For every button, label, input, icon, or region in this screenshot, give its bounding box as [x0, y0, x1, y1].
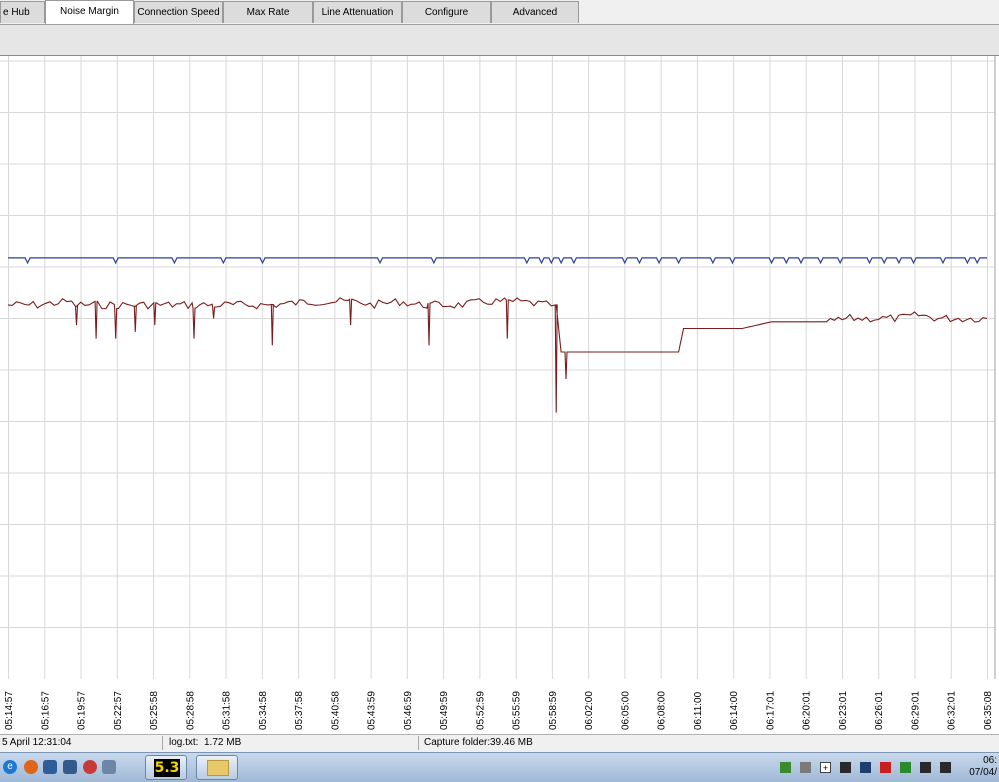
- toolbar-strip: [0, 24, 999, 56]
- tab-line-attenuation[interactable]: Line Attenuation: [313, 1, 402, 23]
- ie-icon[interactable]: e: [3, 760, 17, 774]
- tab-label: Line Attenuation: [321, 7, 394, 18]
- series-line-upstream: [7, 297, 988, 413]
- x-tick-label: 05:40:58: [330, 691, 341, 730]
- tray-arrow-icon[interactable]: [840, 762, 851, 773]
- folder-icon: [207, 760, 229, 776]
- tab-bar: e Hub Noise Margin Connection Speed Max …: [0, 0, 999, 24]
- tray-network-icon[interactable]: [920, 762, 931, 773]
- tray-monitor-icon[interactable]: [860, 762, 871, 773]
- tab-label: Connection Speed: [137, 7, 220, 18]
- clock-time: 06:: [983, 755, 997, 766]
- x-tick-label: 05:58:59: [548, 691, 559, 730]
- status-capture-label: Capture folder:: [424, 737, 491, 748]
- x-tick-label: 06:08:00: [657, 691, 668, 730]
- x-tick-label: 06:26:01: [874, 691, 885, 730]
- x-tick-label: 05:16:57: [40, 691, 51, 730]
- x-tick-label: 05:22:57: [113, 691, 124, 730]
- tray-flag-icon[interactable]: [880, 762, 891, 773]
- router-stats-app-icon: 5.3: [154, 759, 180, 777]
- status-divider: [418, 736, 419, 750]
- x-tick-label: 05:31:58: [222, 691, 233, 730]
- tab-connection-speed[interactable]: Connection Speed: [134, 1, 223, 23]
- status-bar: 5 April 12:31:04 log.txt: 1.72 MB Captur…: [0, 734, 999, 752]
- chart-svg: 05:14:57 05:16:57 05:19:57 05:22:57 05:25:58…: [0, 56, 996, 730]
- tab-max-rate[interactable]: Max Rate: [223, 1, 313, 23]
- x-tick-label: 06:17:01: [765, 691, 776, 730]
- tray-clock[interactable]: 06: 07/04/: [969, 755, 997, 779]
- tab-label: Configure: [424, 7, 469, 18]
- x-tick-label: 05:19:57: [77, 691, 88, 730]
- x-tick-label: 06:14:00: [729, 691, 740, 730]
- tray-security-icon[interactable]: [900, 762, 911, 773]
- x-tick-label: 06:05:00: [620, 691, 631, 730]
- x-tick-label: 06:32:01: [947, 691, 958, 730]
- tab-configure[interactable]: Configure: [402, 1, 491, 23]
- x-tick-label: 06:29:01: [910, 691, 921, 730]
- status-log-label: log.txt:: [169, 737, 199, 748]
- x-tick-label: 06:23:01: [838, 691, 849, 730]
- x-tick-label: 06:02:00: [584, 691, 595, 730]
- os-taskbar: e 5.3 + 06: 07/04/: [0, 752, 999, 782]
- x-tick-label: 05:34:58: [258, 691, 269, 730]
- tab-label: Noise Margin: [60, 6, 119, 17]
- status-capture-size: 39.46 MB: [490, 737, 533, 748]
- tray-plus-icon[interactable]: +: [820, 762, 831, 773]
- taskbar-app-router-stats[interactable]: 5.3: [145, 755, 187, 780]
- clock-date: 07/04/: [969, 767, 997, 778]
- tray-user-icon[interactable]: [800, 762, 811, 773]
- x-tick-label: 05:49:59: [439, 691, 450, 730]
- status-log-size: 1.72 MB: [204, 737, 242, 748]
- x-tick-label: 05:14:57: [4, 691, 15, 730]
- tab-label: e Hub: [3, 7, 30, 18]
- tray-shield-icon[interactable]: [780, 762, 791, 773]
- speaker-icon[interactable]: [102, 760, 116, 774]
- noise-margin-chart: 05:14:57 05:16:57 05:19:57 05:22:57 05:25:58…: [0, 56, 999, 734]
- x-tick-label: 06:20:01: [802, 691, 813, 730]
- x-tick-label: 05:55:59: [512, 691, 523, 730]
- status-divider: [162, 736, 163, 750]
- firefox-icon[interactable]: [24, 760, 38, 774]
- tray-volume-icon[interactable]: [940, 762, 951, 773]
- x-tick-label: 06:11:00: [693, 691, 704, 730]
- series-line-downstream: [8, 257, 987, 265]
- network-window-icon[interactable]: [63, 760, 77, 774]
- monitor-icon[interactable]: [43, 760, 57, 774]
- x-tick-label: 05:25:58: [149, 691, 160, 730]
- x-tick-label: 05:37:58: [294, 691, 305, 730]
- tab-label: Max Rate: [246, 7, 290, 18]
- x-tick-label: 05:52:59: [475, 691, 486, 730]
- taskbar-app-explorer[interactable]: [196, 755, 238, 780]
- status-start-time: 5 April 12:31:04: [2, 737, 72, 748]
- tab-noise-margin[interactable]: Noise Margin: [45, 0, 134, 24]
- tab-hub[interactable]: e Hub: [0, 1, 45, 23]
- tab-advanced[interactable]: Advanced: [491, 1, 579, 23]
- x-tick-label: 06:35:08: [983, 691, 994, 730]
- paint-icon[interactable]: [83, 760, 97, 774]
- x-tick-label: 05:43:59: [367, 691, 378, 730]
- tab-label: Advanced: [512, 7, 558, 18]
- x-tick-label: 05:46:59: [403, 691, 414, 730]
- x-tick-label: 05:28:58: [185, 691, 196, 730]
